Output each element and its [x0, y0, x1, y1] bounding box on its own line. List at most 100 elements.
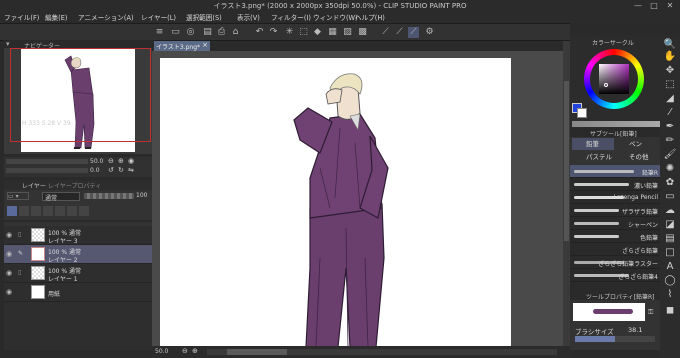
panel-grip-icon[interactable]: ▾: [6, 40, 10, 48]
menu-edit[interactable]: 編集(E): [45, 12, 68, 22]
brush-item[interactable]: ざらざら鉛筆4: [570, 269, 660, 282]
zoom-out-icon[interactable]: ⊖: [182, 347, 188, 355]
tab-pencil[interactable]: 鉛筆: [572, 138, 614, 150]
brush-item[interactable]: シャーペン: [570, 217, 660, 230]
pen-tool-icon[interactable]: ✒: [663, 121, 677, 133]
new-file-icon[interactable]: ▭: [170, 27, 181, 38]
tab-layer[interactable]: レイヤー: [22, 181, 46, 190]
zoom-in-icon[interactable]: ⊕: [118, 157, 124, 165]
sub-color-swatch[interactable]: [577, 108, 587, 118]
saturation-value-square[interactable]: [599, 64, 629, 94]
brush-item[interactable]: 濃い鉛筆: [570, 178, 660, 191]
blend-tool-icon[interactable]: ☁: [663, 205, 677, 217]
close-button[interactable]: ✕: [664, 0, 676, 11]
eye-icon[interactable]: ◉: [6, 250, 12, 258]
horizontal-scrollbar[interactable]: [207, 349, 557, 355]
stabilizer-icon[interactable]: ⚙: [424, 27, 435, 38]
tab-pastel[interactable]: パステル: [572, 151, 614, 163]
airbrush-tool-icon[interactable]: ✺: [663, 163, 677, 175]
selection-tool-icon[interactable]: ⬚: [663, 79, 677, 91]
layer-option-icon[interactable]: ▭ ▾: [7, 192, 29, 200]
eraser-tool-icon[interactable]: ▭: [663, 191, 677, 203]
menu-file[interactable]: ファイル(F): [4, 12, 39, 22]
tab-pen[interactable]: ペン: [615, 138, 657, 150]
brush-item[interactable]: ざらざら鉛筆: [570, 243, 660, 256]
undo-icon[interactable]: ↶: [254, 27, 265, 38]
move-tool-icon[interactable]: ✥: [663, 65, 677, 77]
flip-icon[interactable]: ⇋: [128, 166, 134, 174]
minimize-button[interactable]: —: [632, 0, 644, 11]
eye-icon[interactable]: ◉: [6, 288, 12, 296]
redo-icon[interactable]: ↷: [268, 27, 279, 38]
menu-view[interactable]: 表示(V): [237, 12, 260, 22]
lock-layer-icon[interactable]: ▯: [18, 231, 21, 238]
color-set-strip[interactable]: [572, 121, 660, 127]
menu-filter[interactable]: フィルター(I): [271, 12, 311, 22]
rotate-slider[interactable]: [6, 168, 88, 173]
brush-item[interactable]: ザラザラ鉛筆: [570, 204, 660, 217]
zoom-out-icon[interactable]: ⊖: [108, 157, 114, 165]
brush-item[interactable]: Lozenga Pencil: [570, 191, 660, 204]
deselect-icon[interactable]: ▨: [342, 27, 353, 38]
zoom-in-icon[interactable]: ⊕: [192, 347, 198, 355]
lock-icon[interactable]: ⚿: [648, 308, 653, 317]
brush-tool-icon[interactable]: 🖌: [663, 149, 677, 161]
open-icon[interactable]: ◎: [185, 27, 196, 38]
export-icon[interactable]: ⎙: [216, 27, 227, 38]
zoom-tool-icon[interactable]: 🔍: [663, 39, 677, 51]
lock-transparent-icon[interactable]: [43, 206, 53, 216]
close-tab-icon[interactable]: ×: [202, 41, 208, 49]
brush-item[interactable]: 鉛筆R: [570, 165, 660, 178]
rotate-left-icon[interactable]: ↺: [108, 166, 114, 174]
text-tool-icon[interactable]: A: [663, 261, 677, 273]
navigator-view-frame[interactable]: [10, 48, 151, 142]
rotate-right-icon[interactable]: ↻: [118, 166, 124, 174]
app-menu-icon[interactable]: ≡: [154, 27, 165, 38]
decoration-tool-icon[interactable]: ✿: [663, 177, 677, 189]
fit-icon[interactable]: ◉: [128, 157, 134, 165]
menu-selection[interactable]: 選択範囲(S): [186, 12, 222, 22]
fill-tool-icon[interactable]: ◪: [663, 219, 677, 231]
scrollbar-thumb[interactable]: [227, 349, 287, 355]
menu-help[interactable]: ヘルプ(H): [355, 12, 385, 22]
pen-snap-icon[interactable]: ⟋: [408, 27, 419, 38]
brush-item[interactable]: 色鉛筆: [570, 230, 660, 243]
pen-layer-icon[interactable]: ✎: [18, 250, 23, 257]
ruler-layer-icon[interactable]: [67, 206, 77, 216]
maximize-button[interactable]: □: [648, 0, 660, 11]
color-picker-cursor[interactable]: [604, 83, 608, 87]
snap-icon[interactable]: ⟋: [394, 27, 405, 38]
opacity-slider[interactable]: [84, 193, 134, 199]
zoom-slider[interactable]: [6, 159, 88, 164]
lock-icon[interactable]: [31, 206, 41, 216]
save-icon[interactable]: ▤: [202, 27, 213, 38]
fill-icon[interactable]: ◆: [312, 27, 323, 38]
document-tab[interactable]: イラスト3.png* ×: [154, 41, 210, 51]
hand-tool-icon[interactable]: ✋: [663, 51, 677, 63]
scrollbar-thumb[interactable]: [564, 81, 569, 241]
layer-row[interactable]: ◉ ▯ 100 % 通常 レイヤー 1: [4, 264, 152, 283]
gradient-tool-icon[interactable]: ▤: [663, 233, 677, 245]
ruler-icon[interactable]: ⟋: [380, 27, 391, 38]
crop-icon[interactable]: ▦: [327, 27, 338, 38]
brush-size-slider[interactable]: [575, 336, 655, 342]
correct-line-tool-icon[interactable]: ⌇: [663, 289, 677, 301]
menu-layer[interactable]: レイヤー(L): [141, 12, 176, 22]
brush-size-value[interactable]: 38.1: [628, 326, 642, 334]
clear-icon[interactable]: ✳: [284, 27, 295, 38]
clip-icon[interactable]: [7, 206, 17, 216]
lock-layer-icon[interactable]: ▯: [18, 269, 21, 276]
canvas-vertical-scrollbar[interactable]: [563, 41, 570, 346]
color-swap-icon[interactable]: ◼: [663, 305, 677, 317]
layer-row[interactable]: ◉ ▯ 100 % 通常 レイヤー 3: [4, 226, 152, 245]
eye-icon[interactable]: ◉: [6, 231, 12, 239]
reference-icon[interactable]: [19, 206, 29, 216]
blend-mode-select[interactable]: 通常: [42, 192, 80, 202]
brush-item[interactable]: ざらざら鉛筆ラスター: [570, 256, 660, 269]
tab-other[interactable]: その他: [615, 151, 657, 163]
layer-color-icon[interactable]: [79, 206, 89, 216]
menu-animation[interactable]: アニメーション(A): [78, 12, 134, 22]
eyedropper-tool-icon[interactable]: ⁄: [663, 107, 677, 119]
layer-row-paper[interactable]: ◉ 用紙: [4, 283, 152, 302]
mask-icon[interactable]: [55, 206, 65, 216]
